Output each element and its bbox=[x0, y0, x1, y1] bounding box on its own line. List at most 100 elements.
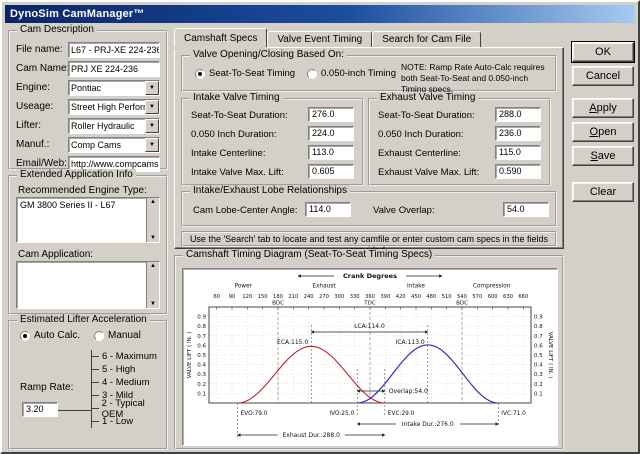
exhaust-seat-duration-field[interactable]: 288.0 bbox=[495, 107, 541, 122]
intake-centerline-value: 113.0 bbox=[312, 147, 334, 157]
intake-seat-duration-field[interactable]: 276.0 bbox=[308, 107, 354, 122]
svg-text:Crank Degrees: Crank Degrees bbox=[343, 272, 397, 280]
svg-text:0.7: 0.7 bbox=[534, 334, 543, 340]
intake-row-label: Intake Valve Max. Lift: bbox=[191, 167, 284, 178]
svg-text:BDC: BDC bbox=[456, 301, 468, 307]
exhaust-seat-duration-value: 288.0 bbox=[499, 109, 522, 119]
lobe-angle-value: 114.0 bbox=[309, 204, 331, 214]
tab-camshaft-specs[interactable]: Camshaft Specs bbox=[174, 28, 267, 47]
manuf-select[interactable]: Comp Cams ▼ bbox=[68, 137, 160, 153]
exhaust-max-lift-field[interactable]: 0.590 bbox=[495, 164, 541, 179]
cam-description-group: Cam Description File name: L67 - PRJ-XE … bbox=[8, 30, 168, 170]
lobe-angle-field[interactable]: 114.0 bbox=[305, 202, 351, 217]
ramp-rate-label: Ramp Rate: bbox=[20, 382, 73, 393]
svg-text:120: 120 bbox=[242, 294, 252, 300]
cam-description-title: Cam Description bbox=[17, 24, 97, 35]
useage-select[interactable]: Street High Performance ▼ bbox=[68, 99, 160, 115]
seat-to-seat-radio[interactable]: Seat-To-Seat Timing bbox=[195, 68, 295, 79]
scrollbar[interactable]: ▲▼ bbox=[146, 262, 159, 308]
svg-text:0.6: 0.6 bbox=[534, 343, 543, 349]
engine-label: Engine: bbox=[16, 82, 68, 93]
lifter-scale[interactable]: 6 - Maximum 5 - High 4 - Medium 3 - Mild… bbox=[91, 350, 166, 428]
svg-text:IVO:25.0: IVO:25.0 bbox=[329, 411, 354, 417]
cancel-button[interactable]: Cancel bbox=[572, 66, 634, 86]
intake-centerline-field[interactable]: 113.0 bbox=[308, 145, 354, 160]
svg-text:0.8: 0.8 bbox=[197, 324, 206, 330]
auto-calc-radio[interactable]: Auto Calc. bbox=[20, 330, 80, 341]
exhaust-centerline-field[interactable]: 115.0 bbox=[495, 145, 541, 160]
scroll-down-icon[interactable]: ▼ bbox=[150, 235, 156, 241]
field-row-filename: File name: L67 - PRJ-XE 224-236 +1.6:1 bbox=[10, 40, 166, 59]
filename-value: L67 - PRJ-XE 224-236 +1.6:1 bbox=[71, 45, 160, 55]
scroll-up-icon[interactable]: ▲ bbox=[150, 199, 156, 205]
chevron-down-icon[interactable]: ▼ bbox=[145, 100, 159, 114]
clear-button[interactable]: Clear bbox=[572, 182, 634, 202]
svg-text:450: 450 bbox=[411, 294, 421, 300]
scale-tick bbox=[92, 408, 99, 409]
chevron-down-icon[interactable]: ▼ bbox=[145, 138, 159, 152]
scale-tick bbox=[92, 382, 99, 383]
engine-type-textarea[interactable]: GM 3800 Series II - L67 ▲▼ bbox=[16, 197, 160, 243]
intake-row-label: Intake Centerline: bbox=[191, 148, 265, 159]
svg-text:VALVE LIFT ( IN. ): VALVE LIFT ( IN. ) bbox=[547, 332, 553, 379]
exhaust-max-lift-value: 0.590 bbox=[499, 166, 522, 176]
chevron-down-icon[interactable]: ▼ bbox=[145, 81, 159, 95]
window-title: DynoSim CamManager™ bbox=[10, 8, 145, 20]
ok-button[interactable]: OK bbox=[572, 42, 634, 62]
valve-basis-title: Valve Opening/Closing Based On: bbox=[190, 49, 347, 60]
ramp-rate-field[interactable]: 3.20 bbox=[22, 402, 58, 417]
field-row-manuf: Manuf.: Comp Cams ▼ bbox=[10, 135, 166, 154]
svg-text:0.1: 0.1 bbox=[534, 391, 543, 397]
valve-overlap-field[interactable]: 54.0 bbox=[503, 202, 549, 217]
manual-radio[interactable]: Manual bbox=[94, 330, 141, 341]
apply-button[interactable]: Apply bbox=[572, 98, 634, 118]
scrollbar[interactable]: ▲▼ bbox=[146, 198, 159, 242]
scale-tick bbox=[92, 369, 99, 370]
intake-050-duration-value: 224.0 bbox=[312, 128, 335, 138]
engine-select[interactable]: Pontiac ▼ bbox=[68, 80, 160, 96]
scroll-down-icon[interactable]: ▼ bbox=[150, 301, 156, 307]
tab-valve-event-timing[interactable]: Valve Event Timing bbox=[267, 31, 372, 47]
open-button[interactable]: Open bbox=[572, 122, 634, 142]
svg-text:VALVE LIFT ( IN. ): VALVE LIFT ( IN. ) bbox=[187, 332, 193, 379]
cam-application-textarea[interactable]: ▲▼ bbox=[16, 261, 160, 309]
exhaust-050-duration-field[interactable]: 236.0 bbox=[495, 126, 541, 141]
scale-label: 4 - Medium bbox=[102, 377, 150, 388]
svg-text:600: 600 bbox=[488, 294, 498, 300]
svg-text:240: 240 bbox=[304, 294, 314, 300]
save-button[interactable]: Save bbox=[572, 146, 634, 166]
tab-search-for-cam-file[interactable]: Search for Cam File bbox=[372, 31, 481, 47]
svg-text:330: 330 bbox=[350, 294, 360, 300]
field-row-useage: Useage: Street High Performance ▼ bbox=[10, 97, 166, 116]
lifter-select[interactable]: Roller Hydraulic ▼ bbox=[68, 118, 160, 134]
svg-text:Intake Dur.:276.0: Intake Dur.:276.0 bbox=[402, 421, 454, 428]
svg-text:360: 360 bbox=[365, 294, 375, 300]
ramp-rate-value: 3.20 bbox=[26, 404, 44, 414]
lobe-relationships-title: Intake/Exhaust Lobe Relationships bbox=[190, 185, 350, 196]
svg-text:180: 180 bbox=[273, 294, 283, 300]
emailweb-value: http://www.compcams.com bbox=[71, 159, 160, 169]
scroll-up-icon[interactable]: ▲ bbox=[150, 263, 156, 269]
lobe-relationships-group: Intake/Exhaust Lobe Relationships Cam Lo… bbox=[181, 191, 557, 227]
intake-row-label: 0.050 Inch Duration: bbox=[191, 129, 277, 140]
chevron-down-icon[interactable]: ▼ bbox=[145, 119, 159, 133]
filename-field[interactable]: L67 - PRJ-XE 224-236 +1.6:1 bbox=[68, 42, 160, 58]
camname-field[interactable]: PRJ XE 224-236 bbox=[68, 61, 160, 77]
camname-value: PRJ XE 224-236 bbox=[71, 64, 138, 74]
svg-text:0.5: 0.5 bbox=[197, 353, 206, 359]
ramp-rate-connector bbox=[58, 410, 91, 411]
svg-text:EVC:29.0: EVC:29.0 bbox=[388, 411, 415, 417]
exhaust-centerline-value: 115.0 bbox=[499, 147, 521, 157]
inch-timing-radio[interactable]: 0.050-inch Timing bbox=[307, 68, 396, 79]
exhaust-row-label: Exhaust Valve Max. Lift: bbox=[378, 167, 479, 178]
intake-max-lift-field[interactable]: 0.605 bbox=[308, 164, 354, 179]
svg-text:420: 420 bbox=[396, 294, 406, 300]
title-bar[interactable]: DynoSim CamManager™ bbox=[5, 5, 635, 23]
intake-050-duration-field[interactable]: 224.0 bbox=[308, 126, 354, 141]
app-window: DynoSim CamManager™ Cam Description File… bbox=[0, 0, 640, 454]
auto-calc-label: Auto Calc. bbox=[34, 330, 80, 341]
camname-label: Cam Name: bbox=[16, 63, 68, 74]
svg-text:0.6: 0.6 bbox=[197, 343, 206, 349]
cam-application-label: Cam Application: bbox=[18, 249, 93, 260]
scale-tick bbox=[92, 356, 99, 357]
